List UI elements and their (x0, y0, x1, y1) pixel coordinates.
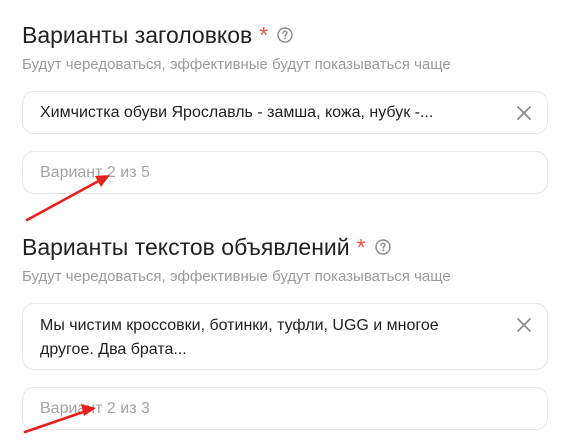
headline-variant-1-field[interactable]: Химчистка обуви Ярославль - замша, кожа,… (22, 91, 548, 134)
headlines-title-text: Варианты заголовков (22, 22, 253, 48)
ad-text-variant-1-value[interactable]: Мы чистим кроссовки, ботинки, туфли, UGG… (40, 314, 470, 362)
close-icon[interactable] (515, 316, 533, 334)
help-icon[interactable] (277, 27, 293, 43)
ad-text-variant-1-field[interactable]: Мы чистим кроссовки, ботинки, туфли, UGG… (22, 303, 548, 370)
headline-variant-2-placeholder[interactable]: Вариант 2 из 5 (40, 162, 150, 184)
ad-texts-required-mark: * (356, 234, 366, 260)
ad-text-variant-2-placeholder[interactable]: Вариант 2 из 3 (40, 398, 150, 420)
close-icon[interactable] (515, 104, 533, 122)
ad-text-variant-2-field[interactable]: Вариант 2 из 3 (22, 387, 548, 430)
headlines-section-title: Варианты заголовков * (22, 21, 293, 49)
headlines-subtitle: Будут чередоваться, эффективные будут по… (22, 56, 451, 73)
headline-variant-2-field[interactable]: Вариант 2 из 5 (22, 151, 548, 194)
help-icon[interactable] (374, 239, 391, 255)
ad-texts-title-text: Варианты текстов объявлений (22, 234, 350, 260)
ad-texts-subtitle: Будут чередоваться, эффективные будут по… (22, 268, 451, 285)
ad-texts-section-title: Варианты текстов объявлений * (22, 233, 391, 261)
headlines-required-mark: * (259, 22, 269, 48)
headline-variant-1-value[interactable]: Химчистка обуви Ярославль - замша, кожа,… (40, 101, 503, 125)
